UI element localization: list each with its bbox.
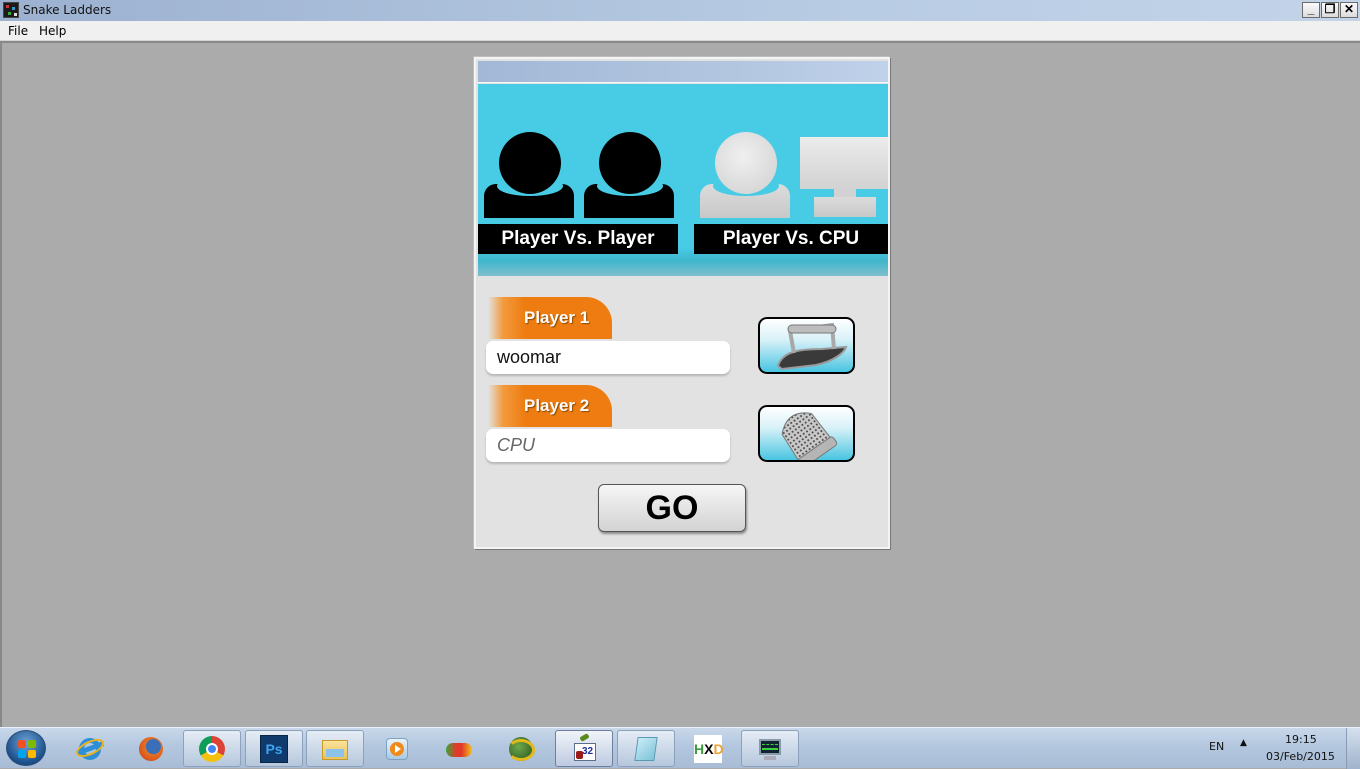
go-button[interactable]: GO bbox=[598, 484, 746, 532]
mode-label: Player Vs. CPU bbox=[694, 224, 888, 254]
player-2-name-input[interactable] bbox=[486, 429, 730, 462]
menu-bar: File Help bbox=[0, 21, 1360, 41]
app-icon bbox=[3, 2, 19, 18]
restore-button[interactable]: ❐ bbox=[1321, 2, 1339, 18]
taskbar-windows-explorer[interactable] bbox=[306, 730, 364, 767]
player-1-tab: Player 1 bbox=[488, 297, 612, 339]
internet-explorer-icon bbox=[73, 734, 107, 763]
media-player-icon bbox=[383, 735, 411, 763]
firefox-icon bbox=[137, 735, 165, 763]
taskbar-globe-app[interactable] bbox=[492, 730, 550, 767]
language-indicator[interactable]: EN bbox=[1209, 740, 1224, 753]
photoshop-icon: Ps bbox=[260, 734, 288, 763]
taskbar-internet-explorer[interactable] bbox=[61, 730, 119, 767]
mode-player-vs-cpu-button[interactable]: Player Vs. CPU bbox=[694, 84, 888, 254]
player-2-tab: Player 2 bbox=[488, 385, 612, 427]
mode-player-vs-player-button[interactable]: Player Vs. Player bbox=[478, 84, 678, 254]
hxd-icon: HXD bbox=[694, 734, 724, 763]
title-bar: Snake Ladders _ ❐ ✕ bbox=[0, 0, 1360, 21]
player-2-label: Player 2 bbox=[524, 396, 590, 415]
player-icon bbox=[700, 132, 790, 220]
menu-file[interactable]: File bbox=[8, 24, 28, 38]
menu-help[interactable]: Help bbox=[39, 24, 66, 38]
clock-time[interactable]: 19:15 bbox=[1285, 733, 1317, 746]
player-icon bbox=[484, 132, 574, 220]
visual-studio-icon bbox=[445, 735, 473, 763]
system-monitor-icon bbox=[756, 735, 784, 763]
mode-label: Player Vs. Player bbox=[478, 224, 678, 254]
chrome-icon bbox=[198, 735, 226, 763]
computer-icon bbox=[800, 137, 888, 219]
taskbar-snake-ladders[interactable]: 32 bbox=[555, 730, 613, 767]
taskbar-photoshop[interactable]: Ps bbox=[245, 730, 303, 767]
taskbar-chrome[interactable] bbox=[183, 730, 241, 767]
globe-icon bbox=[507, 735, 535, 763]
taskbar-media-player[interactable] bbox=[368, 730, 426, 767]
player-1-label: Player 1 bbox=[524, 308, 590, 327]
thimble-token-icon bbox=[781, 412, 838, 460]
snake-ladders-icon: 32 bbox=[570, 732, 598, 763]
player-1-token-button[interactable] bbox=[758, 317, 855, 374]
taskbar-firefox[interactable] bbox=[122, 730, 180, 767]
show-hidden-icons-button[interactable]: ▲ bbox=[1240, 738, 1247, 748]
taskbar-notepad[interactable] bbox=[617, 730, 675, 767]
player-1-name-input[interactable] bbox=[486, 341, 730, 374]
show-desktop-button[interactable] bbox=[1346, 728, 1360, 769]
taskbar-system-monitor[interactable] bbox=[741, 730, 799, 767]
dialog-header bbox=[478, 61, 888, 83]
clock-date[interactable]: 03/Feb/2015 bbox=[1266, 750, 1335, 763]
taskbar: Ps 32 HXD EN ▲ 19:15 03/Feb/2015 bbox=[0, 727, 1360, 769]
folder-icon bbox=[321, 735, 349, 763]
close-button[interactable]: ✕ bbox=[1340, 2, 1358, 18]
taskbar-visual-studio[interactable] bbox=[430, 730, 488, 767]
iron-token-icon bbox=[776, 322, 848, 371]
mode-selection: Player Vs. Player Player Vs. CPU bbox=[478, 84, 888, 276]
window-title: Snake Ladders bbox=[23, 3, 112, 17]
start-button[interactable] bbox=[6, 730, 46, 766]
minimize-button[interactable]: _ bbox=[1302, 2, 1320, 18]
player-icon bbox=[584, 132, 674, 220]
new-game-dialog: Player Vs. Player Player Vs. CPU Player … bbox=[474, 57, 890, 549]
taskbar-hxd[interactable]: HXD bbox=[679, 730, 737, 767]
notepad-icon bbox=[632, 735, 660, 763]
player-2-token-button[interactable] bbox=[758, 405, 855, 462]
